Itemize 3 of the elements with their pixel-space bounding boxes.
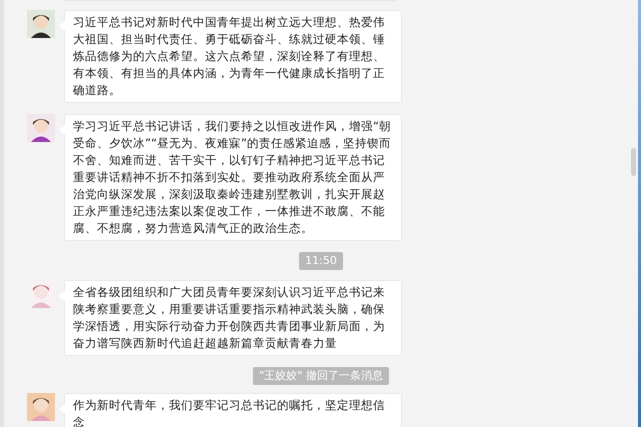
recall-notice: "王姣姣" 撤回了一条消息 [253, 367, 389, 385]
timestamp: 11:50 [299, 252, 343, 270]
scrollbar-thumb[interactable] [631, 148, 636, 176]
